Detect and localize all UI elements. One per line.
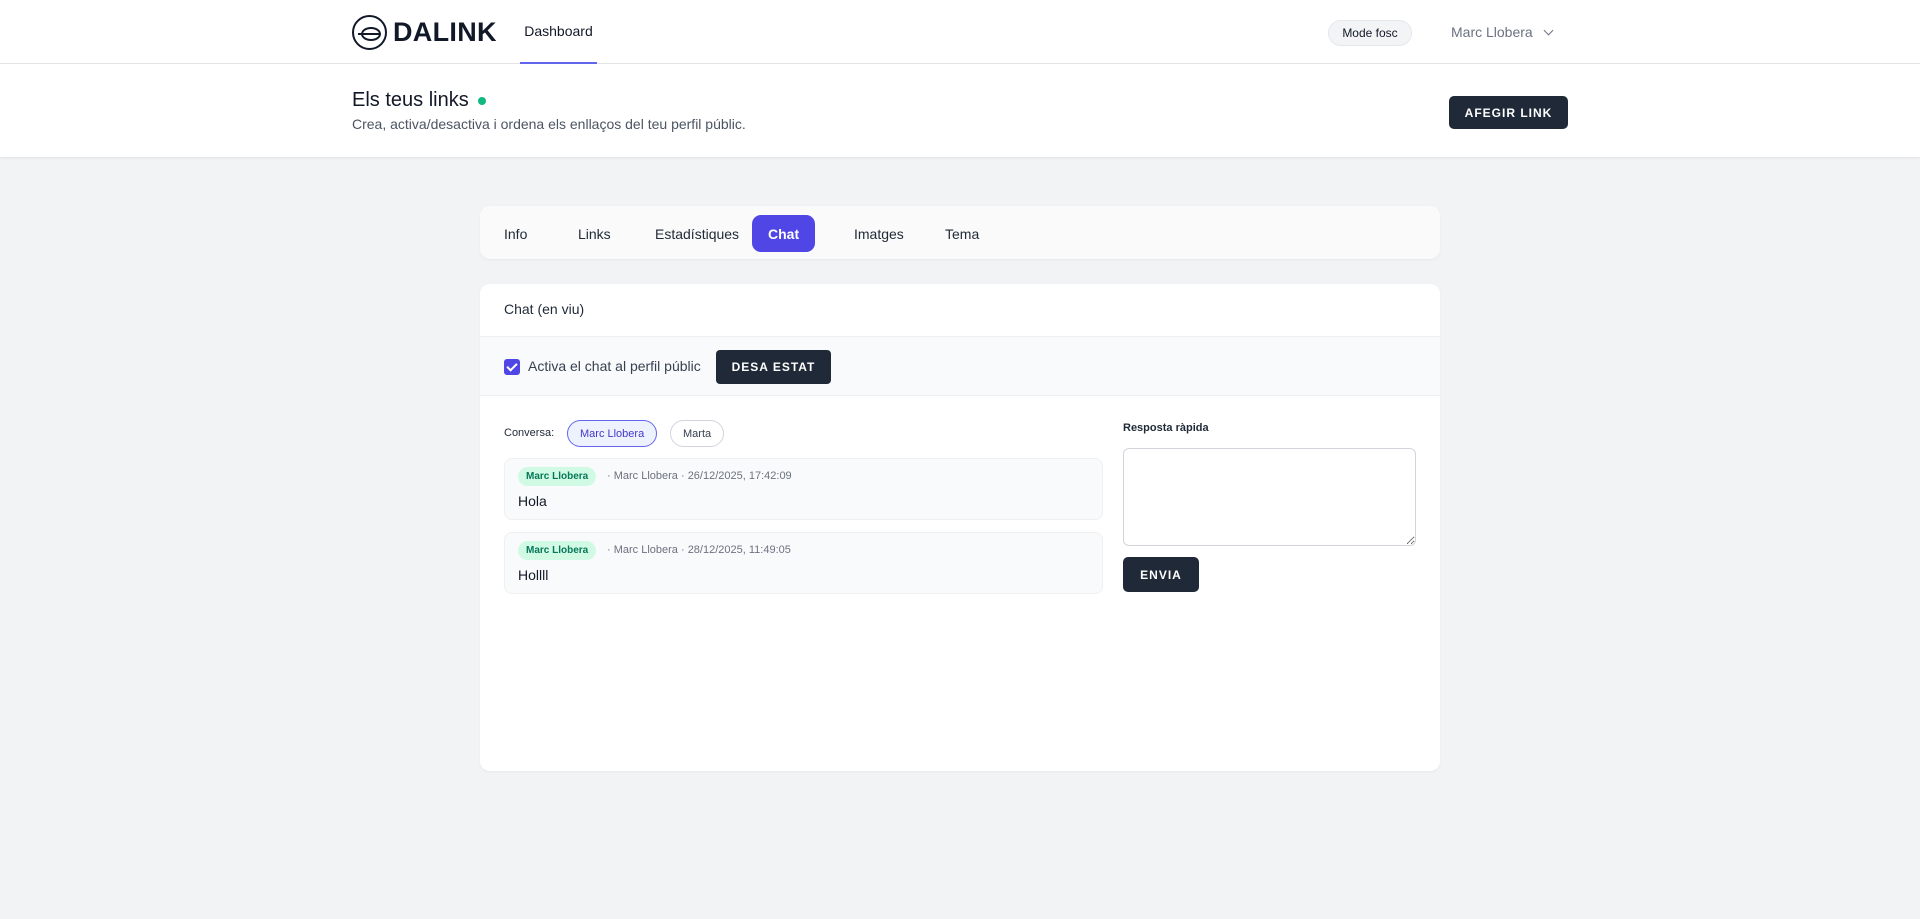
tab-estadistiques[interactable]: Estadístiques [639,215,755,252]
top-navbar: DALINK Dashboard Mode fosc Marc Llobera [0,0,1920,64]
chat-toggle-row: Activa el chat al perfil públic DESA EST… [480,336,1440,396]
send-button[interactable]: ENVIA [1123,557,1199,592]
enable-chat-label[interactable]: Activa el chat al perfil públic [528,358,701,374]
user-name: Marc Llobera [1451,24,1533,40]
message-meta: · Marc Llobera · 26/12/2025, 17:42:09 [607,470,792,482]
chat-message: Marc Llobera · Marc Llobera · 26/12/2025… [504,458,1103,520]
tab-chat[interactable]: Chat [752,215,816,252]
logo[interactable]: DALINK [352,14,497,50]
chat-message: Marc Llobera · Marc Llobera · 28/12/2025… [504,532,1103,594]
status-dot-icon [477,96,486,105]
conversation-chip-marc-llobera[interactable]: Marc Llobera [567,420,658,447]
page-title: Els teus links [352,89,486,112]
conversation-label: Conversa: [504,427,555,439]
conversation-chip-marta[interactable]: Marta [670,420,725,447]
message-text: Hollll [518,567,549,583]
tab-tema[interactable]: Tema [929,215,995,252]
page-header: Els teus links Crea, activa/desactiva i … [0,64,1920,157]
sender-badge: Marc Llobera [518,541,597,560]
enable-chat-checkbox[interactable] [504,359,520,375]
tab-imatges[interactable]: Imatges [838,215,920,252]
quick-reply-label: Resposta ràpida [1123,422,1209,434]
tab-links[interactable]: Links [562,215,627,252]
user-menu[interactable]: Marc Llobera [1451,20,1554,44]
chat-card-title: Chat (en viu) [504,301,585,317]
message-text: Hola [518,493,547,509]
page-subtitle: Crea, activa/desactiva i ordena els enll… [352,116,746,132]
chevron-down-icon [1543,25,1554,35]
message-meta: · Marc Llobera · 28/12/2025, 11:49:05 [607,544,791,556]
logo-text: DALINK [393,16,497,47]
logo-icon [352,14,387,50]
dark-mode-toggle[interactable]: Mode fosc [1328,20,1412,46]
sender-badge: Marc Llobera [518,467,597,486]
add-link-button[interactable]: AFEGIR LINK [1449,96,1568,129]
quick-reply-textarea[interactable] [1123,448,1416,546]
chat-card: Chat (en viu) Activa el chat al perfil p… [480,284,1440,771]
tabs-bar: Info Links Estadístiques Chat Imatges Te… [480,206,1440,259]
tab-info[interactable]: Info [488,215,543,252]
page-title-text: Els teus links [352,89,469,111]
nav-dashboard-link[interactable]: Dashboard [520,0,597,64]
save-state-button[interactable]: DESA ESTAT [716,350,831,384]
